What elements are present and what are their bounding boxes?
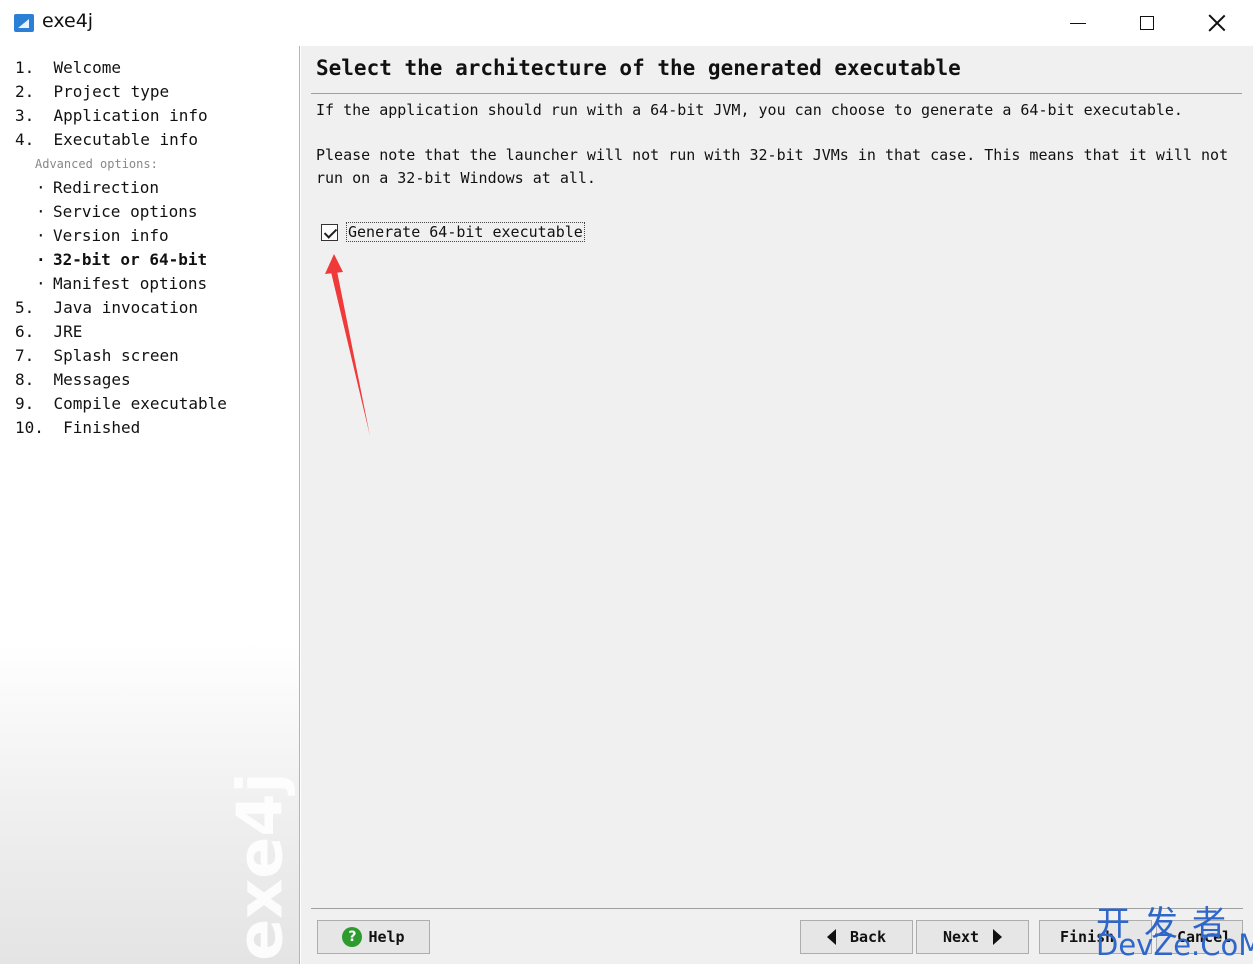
step-splash-screen[interactable]: 7. Splash screen (15, 344, 227, 368)
description-paragraph-2: Please note that the launcher will not r… (316, 146, 1229, 187)
maximize-button[interactable] (1112, 0, 1182, 46)
step-executable-info[interactable]: 4. Executable info (15, 128, 227, 152)
step-list: 1. Welcome 2. Project type 3. Applicatio… (15, 56, 227, 440)
close-button[interactable] (1182, 0, 1252, 46)
window-title: exe4j (42, 10, 94, 32)
back-arrow-icon (826, 929, 836, 945)
step-service-options[interactable]: Service options (15, 200, 227, 224)
step-welcome[interactable]: 1. Welcome (15, 56, 227, 80)
close-icon (1208, 14, 1226, 32)
step-manifest-options[interactable]: Manifest options (15, 272, 227, 296)
description-paragraph-1: If the application should run with a 64-… (316, 101, 1183, 119)
step-redirection[interactable]: Redirection (15, 176, 227, 200)
content-panel: Select the architecture of the generated… (301, 46, 1253, 964)
step-messages[interactable]: 8. Messages (15, 368, 227, 392)
minimize-icon (1070, 22, 1086, 24)
annotation-arrow-head (325, 254, 343, 274)
maximize-icon (1140, 16, 1154, 30)
annotation-arrow (325, 254, 370, 436)
title-bar: exe4j (0, 0, 1253, 46)
help-button-label: Help (368, 928, 405, 946)
back-button[interactable]: Back (800, 920, 913, 954)
step-jre[interactable]: 6. JRE (15, 320, 227, 344)
next-arrow-icon (993, 929, 1003, 945)
header-divider (311, 93, 1242, 94)
product-watermark-text: exe4j (223, 771, 297, 961)
help-button[interactable]: ? Help (317, 920, 430, 954)
back-button-label: Back (849, 928, 887, 946)
step-application-info[interactable]: 3. Application info (15, 104, 227, 128)
step-java-invocation[interactable]: 5. Java invocation (15, 296, 227, 320)
app-icon (14, 14, 34, 32)
annotation-arrow-shaft (331, 271, 370, 436)
step-version-info[interactable]: Version info (15, 224, 227, 248)
help-icon: ? (342, 927, 363, 947)
step-finished[interactable]: 10. Finished (15, 416, 227, 440)
step-compile-executable[interactable]: 9. Compile executable (15, 392, 227, 416)
product-watermark: exe4j (220, 772, 300, 960)
next-button-label: Next (942, 928, 980, 946)
site-watermark: 开发者 DevZe.CoM (1096, 896, 1253, 962)
minimize-button[interactable] (1043, 0, 1113, 46)
site-watermark-en: DevZe.CoM (1096, 928, 1253, 962)
step-32-or-64-bit[interactable]: 32-bit or 64-bit (15, 248, 227, 272)
page-title: Select the architecture of the generated… (316, 56, 961, 80)
step-project-type[interactable]: 2. Project type (15, 80, 227, 104)
next-button[interactable]: Next (916, 920, 1029, 954)
wizard-step-sidebar: 1. Welcome 2. Project type 3. Applicatio… (0, 46, 300, 964)
advanced-options-label: Advanced options: (35, 157, 158, 171)
